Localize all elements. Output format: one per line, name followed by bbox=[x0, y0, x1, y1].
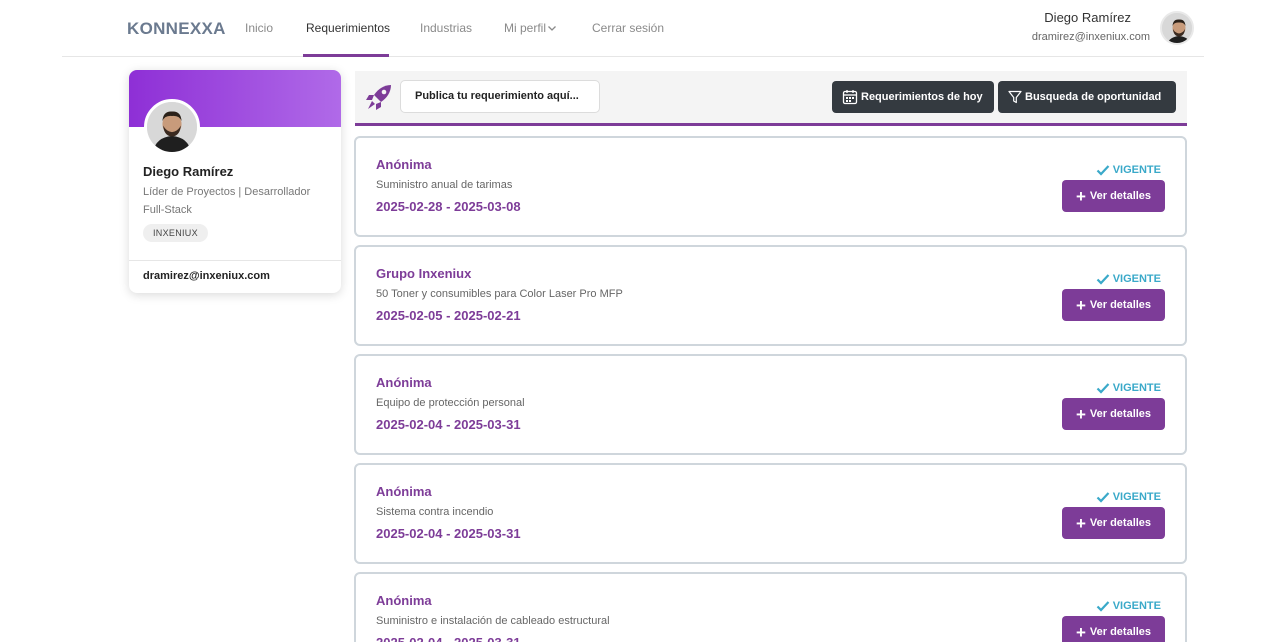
view-details-label: Ver detalles bbox=[1089, 299, 1152, 311]
chevron-down-icon bbox=[548, 26, 556, 31]
requirement-company: Anónima bbox=[376, 157, 432, 172]
company-badge: INXENIUX bbox=[143, 224, 208, 242]
nav-link-requerimientos[interactable]: Requerimientos bbox=[306, 21, 390, 35]
nav-link-mi-perfil[interactable]: Mi perfil bbox=[504, 21, 557, 35]
profile-name: Diego Ramírez bbox=[143, 164, 234, 179]
publish-requirement-button[interactable]: Publica tu requerimiento aquí... bbox=[400, 80, 600, 113]
status-badge: VIGENTE bbox=[1096, 491, 1161, 503]
nav-link-cerrar-sesion[interactable]: Cerrar sesión bbox=[592, 21, 664, 35]
view-details-label: Ver detalles bbox=[1089, 190, 1152, 202]
brand-logo[interactable]: KONNEXXA bbox=[127, 19, 226, 39]
opportunity-search-button[interactable]: Busqueda de oportunidad bbox=[998, 81, 1176, 113]
profile-card: Diego Ramírez Líder de Proyectos | Desar… bbox=[129, 70, 341, 293]
status-label: VIGENTE bbox=[1112, 600, 1161, 612]
profile-role: Líder de Proyectos | Desarrollador Full-… bbox=[143, 186, 311, 216]
view-details-button[interactable]: + Ver detalles bbox=[1062, 398, 1165, 430]
view-details-button[interactable]: + Ver detalles bbox=[1062, 507, 1165, 539]
requirement-company: Anónima bbox=[376, 593, 432, 608]
plus-icon: + bbox=[1075, 513, 1086, 533]
requirement-description: Equipo de protección personal bbox=[376, 397, 525, 409]
status-badge: VIGENTE bbox=[1096, 600, 1161, 612]
view-details-label: Ver detalles bbox=[1089, 517, 1152, 529]
check-icon bbox=[1096, 165, 1110, 176]
requirement-company: Anónima bbox=[376, 484, 432, 499]
today-requirements-label: Requerimientos de hoy bbox=[861, 91, 983, 103]
view-details-button[interactable]: + Ver detalles bbox=[1062, 616, 1165, 642]
nav-link-industrias[interactable]: Industrias bbox=[420, 21, 472, 35]
header-user-name: Diego Ramírez bbox=[1044, 10, 1131, 25]
requirement-card: Grupo Inxeniux 50 Toner y consumibles par… bbox=[354, 245, 1187, 346]
check-icon bbox=[1096, 383, 1110, 394]
profile-avatar bbox=[144, 99, 200, 155]
plus-icon: + bbox=[1075, 404, 1086, 424]
status-label: VIGENTE bbox=[1112, 164, 1161, 176]
requirement-dates: 2025-02-05 - 2025-02-21 bbox=[376, 308, 521, 323]
status-badge: VIGENTE bbox=[1096, 164, 1161, 176]
view-details-button[interactable]: + Ver detalles bbox=[1062, 289, 1165, 321]
check-icon bbox=[1096, 492, 1110, 503]
requirement-description: Suministro e instalación de cableado est… bbox=[376, 615, 610, 627]
view-details-button[interactable]: + Ver detalles bbox=[1062, 180, 1165, 212]
status-label: VIGENTE bbox=[1112, 491, 1161, 503]
requirement-card: Anónima Sistema contra incendio 2025-02-04… bbox=[354, 463, 1187, 564]
plus-icon: + bbox=[1075, 186, 1086, 206]
header-user-email: dramirez@inxeniux.com bbox=[1031, 31, 1150, 43]
requirement-dates: 2025-02-04 - 2025-03-31 bbox=[376, 526, 521, 541]
status-label: VIGENTE bbox=[1112, 273, 1161, 285]
nav-link-inicio[interactable]: Inicio bbox=[245, 21, 273, 35]
user-avatar-icon bbox=[147, 102, 197, 152]
top-navbar: KONNEXXA Inicio Requerimientos Industria… bbox=[62, 0, 1204, 57]
requirement-card: Anónima Equipo de protección personal 2025… bbox=[354, 354, 1187, 455]
view-details-label: Ver detalles bbox=[1089, 408, 1152, 420]
requirement-description: 50 Toner y consumibles para Color Laser … bbox=[376, 288, 623, 300]
view-details-label: Ver detalles bbox=[1089, 626, 1152, 638]
profile-divider bbox=[129, 260, 341, 261]
header-avatar[interactable] bbox=[1160, 11, 1194, 45]
requirements-toolbar: Publica tu requerimiento aquí... Requeri… bbox=[355, 71, 1187, 126]
filter-icon bbox=[1008, 90, 1022, 104]
nav-link-mi-perfil-label: Mi perfil bbox=[504, 21, 547, 35]
requirement-dates: 2025-02-04 - 2025-03-31 bbox=[376, 417, 521, 432]
status-badge: VIGENTE bbox=[1096, 273, 1161, 285]
requirement-company: Grupo Inxeniux bbox=[376, 266, 472, 281]
check-icon bbox=[1096, 601, 1110, 612]
opportunity-search-label: Busqueda de oportunidad bbox=[1025, 91, 1162, 103]
requirement-company: Anónima bbox=[376, 375, 432, 390]
status-badge: VIGENTE bbox=[1096, 382, 1161, 394]
requirement-description: Sistema contra incendio bbox=[376, 506, 494, 518]
user-avatar-icon bbox=[1162, 13, 1192, 43]
rocket-icon bbox=[366, 85, 391, 110]
profile-email: dramirez@inxeniux.com bbox=[143, 270, 270, 282]
status-label: VIGENTE bbox=[1112, 382, 1161, 394]
plus-icon: + bbox=[1075, 295, 1086, 315]
calendar-icon bbox=[842, 90, 858, 105]
requirement-dates: 2025-02-04 - 2025-03-31 bbox=[376, 635, 521, 642]
active-nav-indicator bbox=[303, 54, 389, 57]
today-requirements-button[interactable]: Requerimientos de hoy bbox=[832, 81, 994, 113]
requirement-card: Anónima Suministro e instalación de cable… bbox=[354, 572, 1187, 642]
requirement-card: Anónima Suministro anual de tarimas 2025-0… bbox=[354, 136, 1187, 237]
requirement-dates: 2025-02-28 - 2025-03-08 bbox=[376, 199, 521, 214]
requirement-description: Suministro anual de tarimas bbox=[376, 179, 513, 191]
check-icon bbox=[1096, 274, 1110, 285]
plus-icon: + bbox=[1075, 622, 1086, 642]
